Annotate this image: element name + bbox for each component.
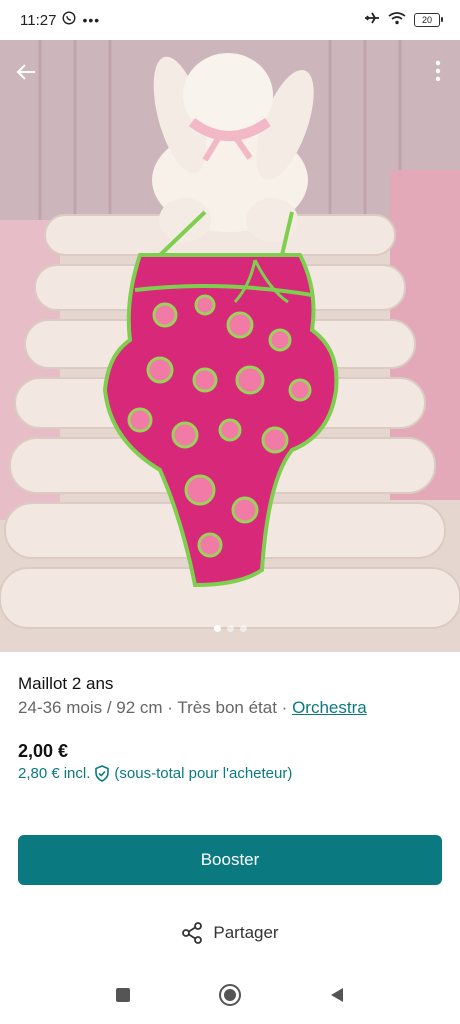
status-bar: 11:27 ••• 20 (0, 0, 460, 40)
meta-separator: · (281, 698, 288, 717)
back-button[interactable] (12, 58, 40, 86)
status-time: 11:27 (20, 11, 57, 29)
listing-photo[interactable] (0, 40, 460, 652)
triangle-back-icon (330, 988, 343, 1002)
battery-level: 20 (421, 15, 432, 25)
status-left: 11:27 ••• (20, 11, 100, 29)
vertical-dots-icon (435, 60, 441, 82)
buyer-price[interactable]: 2,80 € incl. (sous-total pour l'acheteur… (18, 765, 292, 782)
carousel-dot-3[interactable] (239, 625, 247, 632)
recents-button[interactable] (108, 980, 138, 1010)
wifi-icon (388, 11, 406, 29)
carousel-dot-2[interactable] (226, 625, 234, 632)
arrow-left-icon (16, 64, 35, 80)
share-label: Partager (213, 923, 279, 942)
more-options-button[interactable] (428, 56, 448, 86)
home-circle-icon (218, 984, 241, 1006)
status-right: 20 (364, 11, 443, 29)
carousel-indicator (0, 625, 460, 632)
item-meta: 24-36 mois / 92 cm · Très bon état · Orc… (18, 698, 367, 718)
buyer-price-label: incl. (63, 765, 91, 782)
booster-button[interactable]: Booster (18, 835, 442, 885)
whatsapp-icon (62, 11, 76, 29)
back-nav-button[interactable] (322, 980, 352, 1010)
buyer-price-amount: 2,80 € (18, 765, 60, 782)
home-button[interactable] (215, 980, 245, 1010)
item-size: 24-36 mois / 92 cm (18, 698, 163, 717)
item-price: 2,00 € (18, 741, 69, 761)
brand-link[interactable]: Orchestra (292, 698, 367, 717)
share-icon (182, 922, 203, 944)
buyer-price-note: (sous-total pour l'acheteur) (114, 765, 293, 782)
battery-icon: 20 (414, 13, 443, 27)
shield-check-icon (95, 765, 110, 782)
item-condition: Très bon état (177, 698, 277, 717)
photo-illustration (0, 40, 460, 652)
share-button[interactable]: Partager (0, 922, 460, 944)
square-icon (116, 988, 131, 1002)
airplane-icon (364, 11, 380, 29)
more-dots-icon: ••• (82, 12, 101, 28)
carousel-dot-1[interactable] (213, 625, 221, 632)
system-nav-bar (0, 966, 460, 1024)
item-title: Maillot 2 ans (18, 674, 114, 693)
meta-separator: · (167, 698, 173, 717)
